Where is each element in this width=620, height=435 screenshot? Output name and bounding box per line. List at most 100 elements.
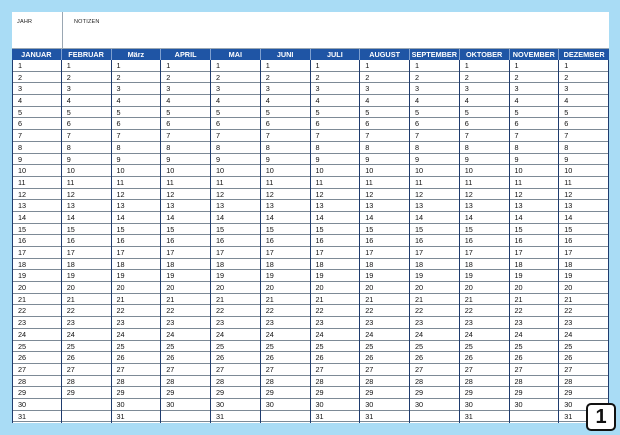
- day-cell[interactable]: [260, 411, 310, 423]
- day-cell[interactable]: 26: [559, 352, 608, 364]
- day-cell[interactable]: 15: [559, 224, 608, 236]
- day-cell[interactable]: 31: [459, 411, 509, 423]
- day-cell[interactable]: 9: [61, 154, 111, 166]
- day-cell[interactable]: 6: [61, 118, 111, 131]
- day-cell[interactable]: 1: [211, 60, 260, 72]
- day-cell[interactable]: 7: [161, 130, 210, 142]
- day-cell[interactable]: 3: [410, 83, 459, 96]
- day-cell[interactable]: 20: [509, 282, 559, 294]
- day-cell[interactable]: 16: [111, 235, 161, 247]
- day-cell[interactable]: 15: [211, 224, 260, 236]
- day-cell[interactable]: 3: [459, 83, 509, 96]
- day-cell[interactable]: 21: [211, 294, 260, 306]
- day-cell[interactable]: 14: [360, 212, 409, 224]
- day-cell[interactable]: 24: [410, 329, 459, 341]
- day-cell[interactable]: 24: [211, 329, 260, 341]
- day-cell[interactable]: 30: [211, 399, 260, 411]
- day-cell[interactable]: 26: [13, 352, 61, 364]
- day-cell[interactable]: 27: [509, 364, 559, 376]
- day-cell[interactable]: 31: [111, 411, 161, 423]
- day-cell[interactable]: 1: [111, 60, 161, 72]
- day-cell[interactable]: 11: [61, 177, 111, 189]
- day-cell[interactable]: 20: [360, 282, 409, 294]
- day-cell[interactable]: 6: [161, 118, 210, 131]
- day-cell[interactable]: 6: [360, 118, 409, 131]
- day-cell[interactable]: 31: [211, 411, 260, 423]
- day-cell[interactable]: 4: [211, 95, 260, 107]
- day-cell[interactable]: 14: [260, 212, 310, 224]
- day-cell[interactable]: 18: [161, 259, 210, 271]
- day-cell[interactable]: 29: [360, 387, 409, 399]
- day-cell[interactable]: 5: [360, 107, 409, 119]
- day-cell[interactable]: 29: [559, 387, 608, 399]
- day-cell[interactable]: 27: [211, 364, 260, 376]
- day-cell[interactable]: 15: [310, 224, 360, 236]
- day-cell[interactable]: 8: [161, 142, 210, 154]
- day-cell[interactable]: 15: [13, 224, 61, 236]
- day-cell[interactable]: 2: [111, 72, 161, 84]
- day-cell[interactable]: 13: [161, 200, 210, 212]
- day-cell[interactable]: 1: [410, 60, 459, 72]
- day-cell[interactable]: 3: [509, 83, 559, 96]
- day-cell[interactable]: 25: [360, 341, 409, 353]
- day-cell[interactable]: 23: [410, 317, 459, 329]
- day-cell[interactable]: 2: [310, 72, 360, 84]
- day-cell[interactable]: 26: [211, 352, 260, 364]
- day-cell[interactable]: 12: [260, 189, 310, 201]
- day-cell[interactable]: 7: [13, 130, 61, 142]
- day-cell[interactable]: 21: [260, 294, 310, 306]
- day-cell[interactable]: 20: [211, 282, 260, 294]
- day-cell[interactable]: 6: [459, 118, 509, 131]
- day-cell[interactable]: 2: [211, 72, 260, 84]
- day-cell[interactable]: 25: [410, 341, 459, 353]
- day-cell[interactable]: 11: [211, 177, 260, 189]
- day-cell[interactable]: 9: [111, 154, 161, 166]
- day-cell[interactable]: 30: [310, 399, 360, 411]
- day-cell[interactable]: 23: [111, 317, 161, 329]
- day-cell[interactable]: 19: [61, 270, 111, 283]
- day-cell[interactable]: 1: [61, 60, 111, 72]
- day-cell[interactable]: 5: [161, 107, 210, 119]
- day-cell[interactable]: 10: [13, 165, 61, 177]
- day-cell[interactable]: 13: [360, 200, 409, 212]
- day-cell[interactable]: 22: [13, 305, 61, 318]
- day-cell[interactable]: 11: [360, 177, 409, 189]
- day-cell[interactable]: 19: [509, 270, 559, 283]
- day-cell[interactable]: 5: [260, 107, 310, 119]
- day-cell[interactable]: 1: [310, 60, 360, 72]
- day-cell[interactable]: 22: [509, 305, 559, 318]
- day-cell[interactable]: 15: [61, 224, 111, 236]
- day-cell[interactable]: 8: [111, 142, 161, 154]
- day-cell[interactable]: 7: [459, 130, 509, 142]
- day-cell[interactable]: 3: [13, 83, 61, 96]
- day-cell[interactable]: 16: [310, 235, 360, 247]
- day-cell[interactable]: 5: [459, 107, 509, 119]
- day-cell[interactable]: 19: [161, 270, 210, 283]
- day-cell[interactable]: 2: [509, 72, 559, 84]
- day-cell[interactable]: 29: [111, 387, 161, 399]
- day-cell[interactable]: 27: [161, 364, 210, 376]
- day-cell[interactable]: 28: [13, 376, 61, 388]
- day-cell[interactable]: 16: [410, 235, 459, 247]
- day-cell[interactable]: 7: [509, 130, 559, 142]
- day-cell[interactable]: 25: [559, 341, 608, 353]
- day-cell[interactable]: 30: [260, 399, 310, 411]
- day-cell[interactable]: 25: [509, 341, 559, 353]
- day-cell[interactable]: 24: [161, 329, 210, 341]
- day-cell[interactable]: 19: [310, 270, 360, 283]
- day-cell[interactable]: 10: [459, 165, 509, 177]
- day-cell[interactable]: 4: [161, 95, 210, 107]
- day-cell[interactable]: 13: [260, 200, 310, 212]
- day-cell[interactable]: 16: [360, 235, 409, 247]
- day-cell[interactable]: 14: [509, 212, 559, 224]
- day-cell[interactable]: 17: [310, 247, 360, 259]
- day-cell[interactable]: 22: [260, 305, 310, 318]
- day-cell[interactable]: 29: [161, 387, 210, 399]
- day-cell[interactable]: 26: [509, 352, 559, 364]
- day-cell[interactable]: 7: [260, 130, 310, 142]
- day-cell[interactable]: [61, 411, 111, 423]
- day-cell[interactable]: 6: [13, 118, 61, 131]
- day-cell[interactable]: 16: [559, 235, 608, 247]
- day-cell[interactable]: 25: [260, 341, 310, 353]
- day-cell[interactable]: [410, 411, 459, 423]
